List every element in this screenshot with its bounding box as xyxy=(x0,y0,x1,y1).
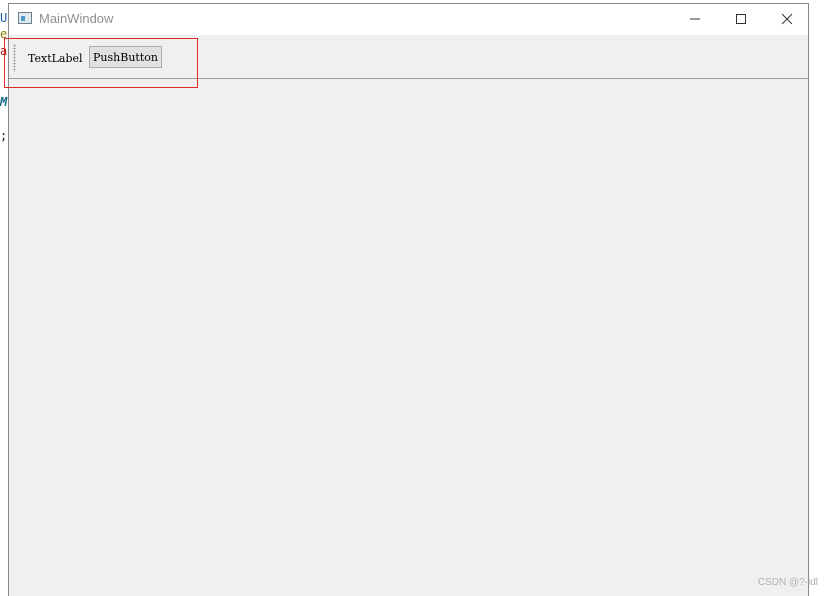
push-button[interactable]: PushButton xyxy=(89,46,162,68)
background-code-fragment: e xyxy=(0,27,8,41)
toolbar: TextLabel PushButton xyxy=(9,35,808,79)
app-window-icon xyxy=(18,12,32,24)
background-code-fragment: U xyxy=(0,11,8,25)
main-window: MainWindow TextLabel PushButton xyxy=(8,3,809,596)
maximize-icon xyxy=(736,14,746,24)
background-code-fragment: M xyxy=(0,95,8,109)
title-bar[interactable]: MainWindow xyxy=(9,4,808,35)
watermark: CSDN @?-ldl xyxy=(757,577,818,588)
minimize-icon xyxy=(690,18,700,20)
background-code-fragment: ; xyxy=(0,129,8,143)
minimize-button[interactable] xyxy=(672,4,718,34)
background-code-fragment: a xyxy=(0,44,8,58)
window-title: MainWindow xyxy=(39,11,114,26)
close-icon xyxy=(781,13,793,25)
text-label: TextLabel xyxy=(28,52,83,65)
toolbar-grip-handle[interactable] xyxy=(13,44,16,72)
maximize-button[interactable] xyxy=(718,4,764,34)
close-button[interactable] xyxy=(764,4,810,34)
